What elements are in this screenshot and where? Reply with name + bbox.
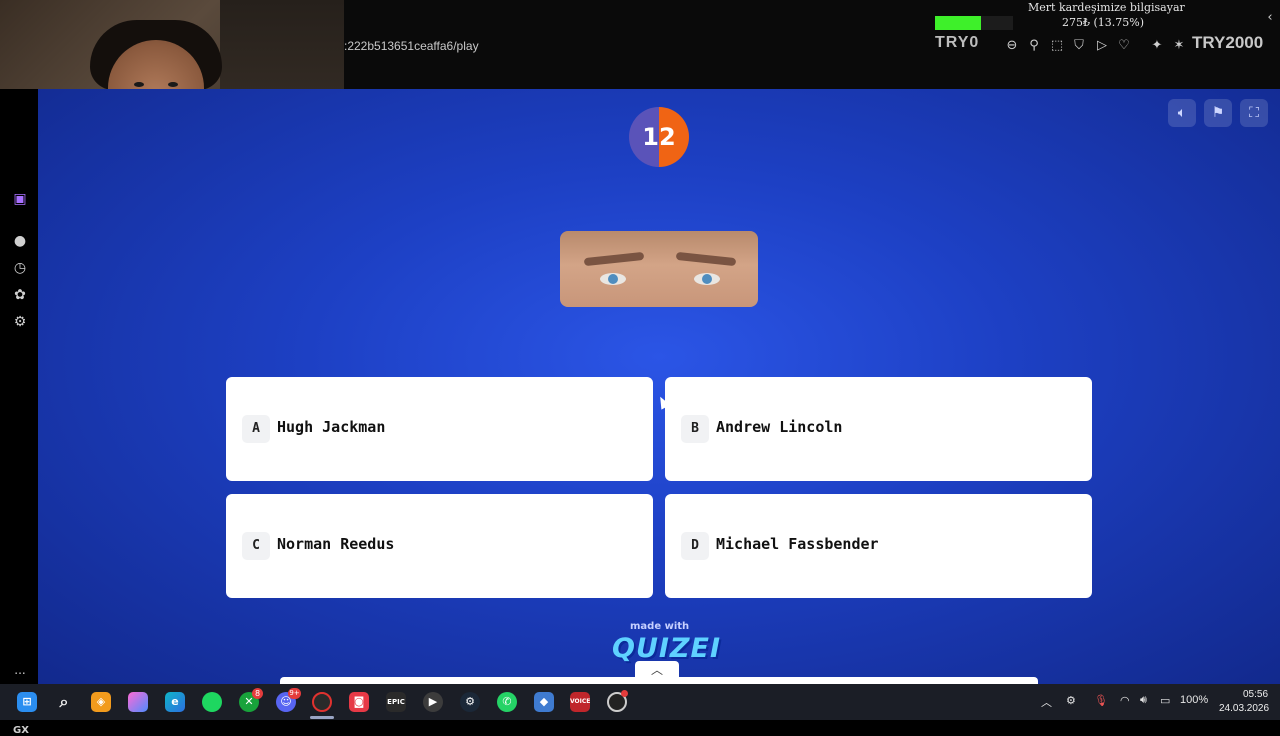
webcam-eye (168, 82, 178, 87)
whatsapp-icon[interactable]: ✆ (497, 692, 517, 712)
brand-logo[interactable]: QUIZEI (612, 633, 721, 664)
media-player-icon[interactable]: ▶ (423, 692, 443, 712)
image-iris (702, 274, 712, 284)
answer-label: Andrew Lincoln (716, 418, 843, 436)
countdown-timer: 12 (629, 107, 689, 167)
snapshot-icon[interactable]: ⬚ (1049, 38, 1065, 54)
volume-icon[interactable]: 🔊︎ (1140, 694, 1147, 707)
extensions-icon[interactable]: ✿ (11, 286, 29, 304)
quiz-stage: 12 🔈︎ ⚑ ⛶ A Hugh Jackman B Andrew Lincol… (38, 89, 1280, 684)
battery-icon[interactable]: ▭ (1160, 694, 1170, 707)
twitch-icon[interactable]: ▣ (11, 190, 29, 208)
discord-badge: 9+ (288, 688, 301, 699)
copilot-icon[interactable] (128, 692, 148, 712)
collapse-button[interactable]: ︿ (635, 661, 679, 679)
report-button[interactable]: ⚑ (1204, 99, 1232, 127)
answer-option-b[interactable]: B Andrew Lincoln (665, 377, 1092, 481)
answer-option-d[interactable]: D Michael Fassbender (665, 494, 1092, 598)
shield-icon[interactable]: ⛉ (1071, 38, 1087, 54)
app-icon[interactable]: ◆ (534, 692, 554, 712)
image-brow (583, 251, 645, 267)
answer-letter: D (681, 532, 709, 560)
webcam-eye (134, 82, 144, 87)
answer-label: Norman Reedus (277, 535, 395, 553)
answer-option-a[interactable]: A Hugh Jackman (226, 377, 653, 481)
more-icon[interactable]: ... (11, 661, 29, 679)
sound-button[interactable]: 🔈︎ (1168, 99, 1196, 127)
image-brow (675, 251, 737, 267)
xbox-badge: 8 (252, 688, 263, 699)
heart-icon[interactable]: ♡ (1116, 38, 1132, 54)
donation-goal-title: Mert kardeşimize bilgisayar (1028, 1, 1185, 14)
fullscreen-button[interactable]: ⛶ (1240, 99, 1268, 127)
address-bar-url[interactable]: :222b513651ceaffa6/play (344, 39, 479, 53)
spotify-icon[interactable]: ● (11, 232, 29, 250)
edge-icon[interactable]: e (165, 692, 185, 712)
answer-letter: B (681, 415, 709, 443)
answer-letter: A (242, 415, 270, 443)
flag-icon: ⚑ (1211, 105, 1225, 121)
steam-tray-icon[interactable]: ⚙ (1066, 694, 1076, 707)
answer-label: Michael Fassbender (716, 535, 879, 553)
eggman-icon[interactable]: ◙ (349, 692, 369, 712)
donation-amount: 275₺ (13.75%) (1062, 16, 1145, 29)
steam-icon[interactable]: ⚙ (460, 692, 480, 712)
history-icon[interactable]: ◷ (11, 259, 29, 277)
image-iris (608, 274, 618, 284)
zoom-icon[interactable]: ⊖ (1004, 38, 1020, 54)
microphone-icon[interactable]: 🎙︎ (1094, 694, 1108, 707)
opera-gx-icon[interactable] (312, 692, 332, 712)
search-icon[interactable]: ⌕ (54, 692, 74, 712)
battery-percent[interactable]: 100% (1180, 694, 1208, 706)
spider-icon[interactable]: ✶ (1171, 38, 1187, 54)
donation-min-label: TRY0 (935, 34, 980, 51)
wifi-icon[interactable]: ◠ (1120, 694, 1130, 707)
donation-max-label: TRY2000 (1192, 33, 1264, 52)
answer-letter: C (242, 532, 270, 560)
settings-icon[interactable]: ⚙ (11, 313, 29, 331)
sound-icon: 🔈︎ (1177, 105, 1187, 121)
answer-option-c[interactable]: C Norman Reedus (226, 494, 653, 598)
extension-icon[interactable]: ✦ (1149, 38, 1165, 54)
pin-icon[interactable]: ⚲ (1026, 38, 1042, 54)
chevron-up-icon: ︿ (650, 663, 663, 677)
spotify-icon[interactable] (202, 692, 222, 712)
clock-time[interactable]: 05:56 (1243, 689, 1268, 700)
back-chevron-icon[interactable]: ‹ (1262, 10, 1278, 26)
gx-label[interactable]: GX (13, 725, 29, 736)
question-image (560, 231, 758, 307)
fullscreen-icon: ⛶ (1249, 105, 1259, 121)
tray-overflow-icon[interactable]: ︿ (1041, 694, 1052, 710)
play-icon[interactable]: ▷ (1094, 38, 1110, 54)
voicemeeter-icon[interactable]: VOICE (570, 692, 590, 712)
timer-value: 12 (642, 123, 676, 151)
answer-label: Hugh Jackman (277, 418, 386, 436)
donation-progress-fill (935, 16, 981, 30)
made-with-label: made with (630, 621, 690, 632)
browser-sidebar: ▣ ● ◷ ✿ ⚙ GX ... (0, 89, 38, 736)
obs-recording-dot (621, 690, 628, 697)
active-app-indicator (310, 716, 334, 719)
windows-icon[interactable]: ⊞ (17, 692, 37, 712)
windows-taskbar: ⊞ ⌕ ◈ e ✕ 8 ☺ 9+ ◙ EPIC ▶ ⚙ ✆ ◆ VOICE ︿ … (0, 684, 1280, 720)
epic-games-icon[interactable]: EPIC (386, 692, 406, 712)
vpn-icon[interactable]: ◈ (91, 692, 111, 712)
clock-date[interactable]: 24.03.2026 (1219, 703, 1269, 714)
